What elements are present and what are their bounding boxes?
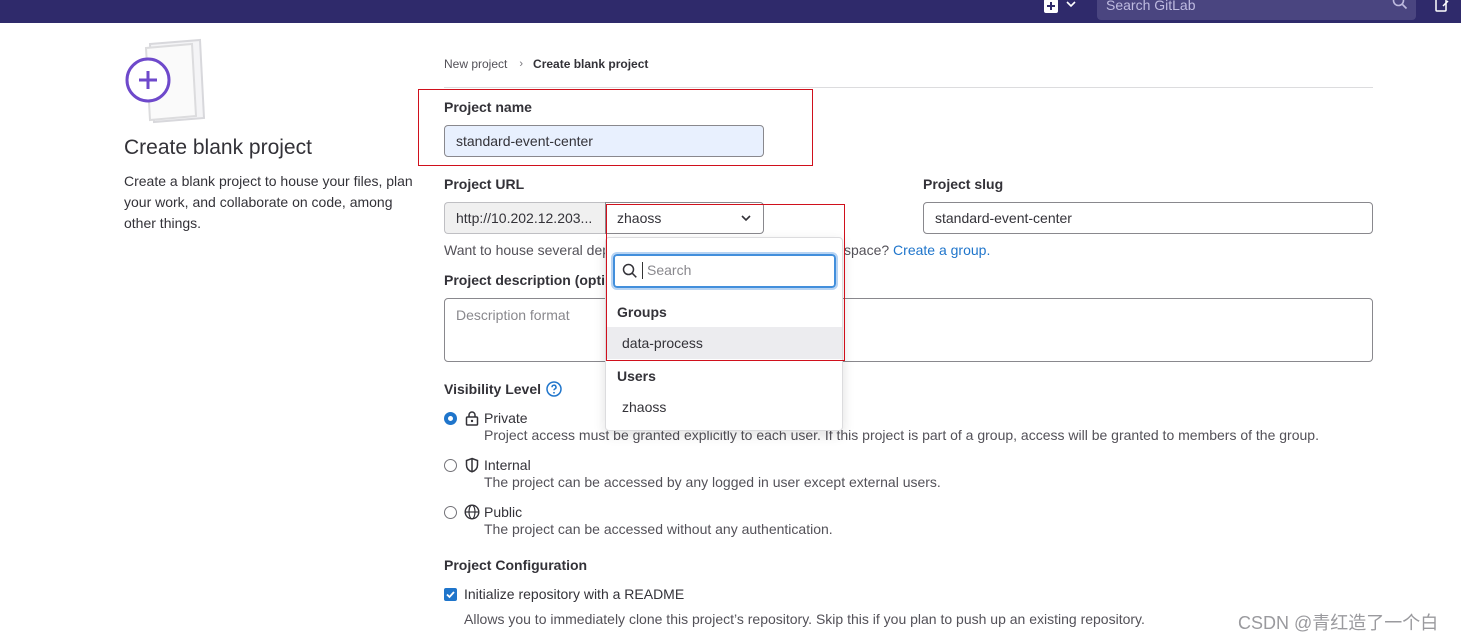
breadcrumb-current: Create blank project [533, 57, 649, 71]
namespace-search-placeholder: Search [647, 262, 692, 278]
visibility-internal-radio[interactable] [444, 459, 457, 472]
chevron-down-icon [741, 215, 751, 222]
namespace-help-start: Want to house several dep [444, 242, 611, 258]
globe-icon [464, 504, 480, 520]
namespace-value: zhaoss [617, 210, 662, 226]
breadcrumb: New project › Create blank project [444, 57, 648, 71]
lock-icon [465, 411, 479, 426]
create-group-link[interactable]: Create a group. [893, 242, 990, 258]
visibility-label-text: Visibility Level [444, 381, 542, 397]
visibility-public-title: Public [484, 504, 523, 520]
page-title: Create blank project [124, 136, 312, 159]
visibility-private-title: Private [484, 410, 528, 426]
global-search-placeholder: Search GitLab [1106, 0, 1196, 13]
search-icon [1392, 0, 1408, 10]
project-name-value: standard-event-center [456, 133, 593, 149]
visibility-level-label: Visibility Level [444, 381, 562, 397]
dropdown-item-label: data-process [622, 335, 703, 351]
check-icon [446, 591, 455, 599]
dropdown-groups-header: Groups [617, 304, 667, 320]
divider [444, 87, 1373, 88]
project-description-textarea[interactable]: Description format [444, 298, 1373, 362]
url-prefix: http://10.202.12.203... [444, 202, 605, 234]
namespace-help-end: space? Create a group. [844, 242, 990, 258]
url-prefix-text: http://10.202.12.203... [456, 210, 593, 226]
global-search-input[interactable]: Search GitLab [1097, 0, 1416, 20]
namespace-help-end-text: space? [844, 242, 890, 258]
dropdown-item-label: zhaoss [622, 399, 667, 415]
dropdown-users-header: Users [617, 368, 656, 384]
todo-icon[interactable] [1434, 0, 1450, 13]
visibility-internal-description: The project can be accessed by any logge… [484, 474, 941, 490]
blank-project-icon [125, 38, 206, 124]
namespace-search-input[interactable]: Search [611, 252, 838, 290]
namespace-select[interactable]: zhaoss [605, 202, 764, 234]
watermark: CSDN @青红造了一个白 [1238, 613, 1439, 633]
chevron-down-icon[interactable] [1066, 0, 1076, 9]
project-description-label: Project description (optio [444, 272, 614, 288]
visibility-public-description: The project can be accessed without any … [484, 521, 833, 537]
description-placeholder: Description format [456, 307, 570, 323]
breadcrumb-new-project[interactable]: New project [444, 57, 507, 71]
project-name-input[interactable]: standard-event-center [444, 125, 764, 157]
project-slug-value: standard-event-center [935, 210, 1072, 226]
project-configuration-label: Project Configuration [444, 557, 588, 573]
project-slug-label: Project slug [923, 176, 1004, 192]
visibility-public-radio[interactable] [444, 506, 457, 519]
text-caret [642, 262, 643, 279]
plus-square-icon[interactable] [1044, 0, 1058, 13]
visibility-internal-title: Internal [484, 457, 531, 473]
question-circle-icon[interactable] [546, 381, 562, 397]
shield-icon [465, 457, 479, 473]
visibility-private-radio[interactable] [444, 412, 457, 425]
readme-checkbox-label[interactable]: Initialize repository with a README [464, 586, 684, 602]
namespace-dropdown: Search Groups data-process Users zhaoss [605, 237, 843, 431]
readme-help-text: Allows you to immediately clone this pro… [464, 611, 1145, 627]
project-slug-input[interactable]: standard-event-center [923, 202, 1373, 234]
dropdown-item-user[interactable]: zhaoss [607, 391, 842, 423]
dropdown-item-group[interactable]: data-process [607, 327, 842, 359]
top-navbar: Search GitLab [0, 0, 1461, 23]
project-name-label: Project name [444, 99, 532, 115]
breadcrumb-separator: › [519, 58, 524, 70]
search-icon [622, 263, 637, 278]
readme-checkbox[interactable] [444, 588, 457, 601]
page-description: Create a blank project to house your fil… [124, 173, 413, 231]
project-url-label: Project URL [444, 176, 525, 192]
